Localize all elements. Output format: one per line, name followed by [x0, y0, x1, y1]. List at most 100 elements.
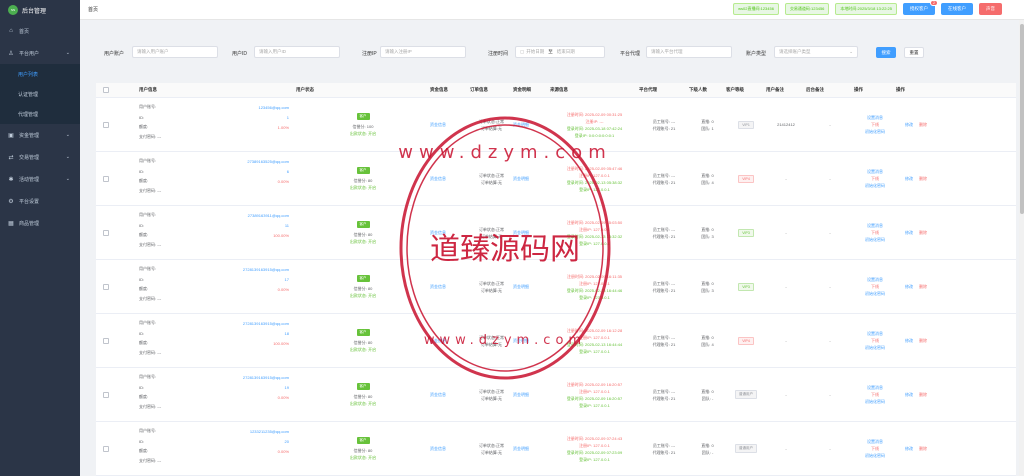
- delete-link[interactable]: 删除: [919, 122, 927, 128]
- row-checkbox[interactable]: [103, 121, 109, 128]
- offline-link[interactable]: 下线: [871, 337, 879, 344]
- table-row: 用户账号: 2728139163915@qq.com ID: 19 额度: 0.00%…: [96, 368, 1016, 422]
- delete-link[interactable]: 删除: [919, 284, 927, 290]
- type-select[interactable]: 请选择账户类型 ⌄: [774, 46, 858, 58]
- row-checkbox[interactable]: [103, 337, 109, 344]
- level-cell: VIP1: [726, 98, 766, 151]
- edit-link[interactable]: 修改: [905, 392, 913, 398]
- offline-link[interactable]: 下线: [871, 391, 879, 398]
- delete-link[interactable]: 删除: [919, 176, 927, 182]
- user-account[interactable]: 2728139163915@qq.com: [243, 267, 289, 272]
- fund-detail-link[interactable]: 资金明细: [513, 284, 529, 290]
- fund-detail-link[interactable]: 资金明细: [513, 446, 529, 452]
- login-ip: 登录IP: 127.0.0.1: [579, 186, 610, 192]
- reset-password-link[interactable]: 初始化密码: [865, 452, 885, 459]
- fund-detail-link[interactable]: 资金明细: [513, 122, 529, 128]
- offline-link[interactable]: 下线: [871, 229, 879, 236]
- offline-link[interactable]: 下线: [871, 283, 879, 290]
- reset-password-link[interactable]: 初始化密码: [865, 344, 885, 351]
- set-message-link[interactable]: 设置消息: [867, 330, 883, 337]
- row-checkbox[interactable]: [103, 175, 109, 182]
- user-account[interactable]: 27389163525@qq.com: [247, 159, 289, 164]
- date-range-input[interactable]: ▢ 开始日期 至 结束日期: [515, 46, 605, 58]
- reset-password-link[interactable]: 初始化密码: [865, 128, 885, 135]
- select-all-checkbox[interactable]: [103, 87, 109, 93]
- edit-link[interactable]: 修改: [905, 230, 913, 236]
- user-account[interactable]: 2728139163915@qq.com: [243, 375, 289, 380]
- set-message-link[interactable]: 设置消息: [867, 438, 883, 445]
- sidebar-item-6[interactable]: ▦ 商品管理: [0, 212, 80, 234]
- reset-password-link[interactable]: 初始化密码: [865, 236, 885, 243]
- user-icon: ♙: [8, 50, 14, 57]
- agent-input[interactable]: 请输入平台代理: [646, 46, 732, 58]
- search-button[interactable]: 搜索: [876, 47, 896, 58]
- authorized-customer-button[interactable]: 授权客户 2: [903, 0, 938, 15]
- edit-link[interactable]: 修改: [905, 446, 913, 452]
- table-row: 用户账号: 2728139163915@qq.com ID: 17 额度: 0.00%…: [96, 260, 1016, 314]
- sidebar-item-3[interactable]: ⇄ 交易管理 ⌄: [0, 146, 80, 168]
- user-account[interactable]: 1233211235@qq.com: [250, 429, 289, 434]
- register-time: 注册时间: 2025-02-09 07:24:43: [566, 435, 623, 441]
- user-info-cell: 用户账号: 27389163525@qq.com ID: 6 额度: 0.00% 支付…: [116, 152, 296, 205]
- row-checkbox[interactable]: [103, 283, 109, 290]
- set-message-link[interactable]: 设置消息: [867, 168, 883, 175]
- set-message-link[interactable]: 设置消息: [867, 384, 883, 391]
- sidebar-item-2[interactable]: ▣ 资金管理 ⌄: [0, 124, 80, 146]
- fund-info-link[interactable]: 资金信息: [430, 230, 446, 236]
- withdraw-status: 出款状态: 开启: [349, 292, 377, 298]
- set-message-link[interactable]: 设置消息: [867, 222, 883, 229]
- sidebar-subitem-1[interactable]: 认证管理: [0, 84, 80, 104]
- offline-link[interactable]: 下线: [871, 175, 879, 182]
- reset-password-link[interactable]: 初始化密码: [865, 398, 885, 405]
- delete-link[interactable]: 删除: [919, 338, 927, 344]
- fund-info-link[interactable]: 资金信息: [430, 392, 446, 398]
- chevron-down-icon: ⌄: [849, 49, 853, 54]
- user-account[interactable]: 123456@qq.com: [258, 105, 289, 110]
- row-checkbox[interactable]: [103, 445, 109, 452]
- sidebar-item-1[interactable]: ♙ 平台用户 ⌄: [0, 42, 80, 64]
- sidebar-subitem-0[interactable]: 用户列表: [0, 64, 80, 84]
- fund-detail-link[interactable]: 资金明细: [513, 392, 529, 398]
- fund-info-link[interactable]: 资金信息: [430, 176, 446, 182]
- breadcrumb[interactable]: 首页: [88, 6, 98, 13]
- team-count: 团队: -: [701, 449, 714, 455]
- fund-info-link[interactable]: 资金信息: [430, 446, 446, 452]
- edit-link[interactable]: 修改: [905, 338, 913, 344]
- online-customer-button[interactable]: 在线客户: [941, 3, 973, 15]
- offline-link[interactable]: 下线: [871, 121, 879, 128]
- user-account[interactable]: 2728139163915@qq.com: [243, 321, 289, 326]
- sidebar-item-0[interactable]: ⌂ 首页: [0, 20, 80, 42]
- fund-info-link[interactable]: 资金信息: [430, 122, 446, 128]
- user-account[interactable]: 27389163911@qq.com: [248, 213, 289, 218]
- set-message-link[interactable]: 设置消息: [867, 114, 883, 121]
- fund-info-link[interactable]: 资金信息: [430, 284, 446, 290]
- set-message-link[interactable]: 设置消息: [867, 276, 883, 283]
- fund-detail-link[interactable]: 资金明细: [513, 230, 529, 236]
- scrollbar-thumb[interactable]: [1020, 24, 1024, 214]
- source-info-cell: 注册时间: 2025-02-09 16:20:57 注册IP: 127.0.0.…: [550, 368, 639, 421]
- reset-button[interactable]: 重置: [904, 47, 924, 58]
- account-input[interactable]: 请输入用户账户: [132, 46, 218, 58]
- offline-link[interactable]: 下线: [871, 445, 879, 452]
- ip-input[interactable]: 请输入注册IP: [380, 46, 466, 58]
- column-header: 后台备注: [806, 87, 824, 92]
- fund-info-link[interactable]: 资金信息: [430, 338, 446, 344]
- edit-link[interactable]: 修改: [905, 284, 913, 290]
- row-checkbox[interactable]: [103, 229, 109, 236]
- row-checkbox[interactable]: [103, 391, 109, 398]
- sidebar-item-4[interactable]: ✱ 活动管理 ⌄: [0, 168, 80, 190]
- row-checkbox-cell: [96, 260, 116, 313]
- reset-password-link[interactable]: 初始化密码: [865, 290, 885, 297]
- delete-link[interactable]: 删除: [919, 230, 927, 236]
- sound-button[interactable]: 声音: [979, 3, 1002, 15]
- reset-password-link[interactable]: 初始化密码: [865, 182, 885, 189]
- edit-link[interactable]: 修改: [905, 122, 913, 128]
- fund-detail-link[interactable]: 资金明细: [513, 176, 529, 182]
- fund-detail-link[interactable]: 资金明细: [513, 338, 529, 344]
- id-input[interactable]: 请输入用户ID: [254, 46, 340, 58]
- delete-link[interactable]: 删除: [919, 446, 927, 452]
- sidebar-subitem-2[interactable]: 代理管理: [0, 104, 80, 124]
- edit-link[interactable]: 修改: [905, 176, 913, 182]
- sidebar-item-5[interactable]: ⚙ 平台设置: [0, 190, 80, 212]
- delete-link[interactable]: 删除: [919, 392, 927, 398]
